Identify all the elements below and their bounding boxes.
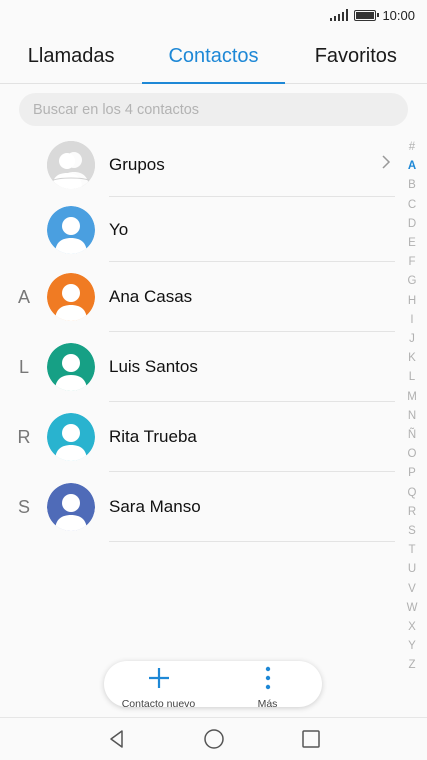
index-letter[interactable]: X: [408, 618, 416, 637]
index-letter[interactable]: Ñ: [408, 426, 416, 445]
index-letter[interactable]: A: [408, 157, 416, 176]
index-letter[interactable]: L: [409, 368, 415, 387]
index-letter[interactable]: J: [409, 330, 415, 349]
tab-contactos[interactable]: Contactos: [142, 36, 285, 84]
signal-icon: [329, 9, 349, 21]
index-letter[interactable]: G: [408, 272, 417, 291]
section-letter: S: [17, 496, 30, 517]
section-letter: R: [17, 426, 31, 447]
index-letter[interactable]: Z: [408, 656, 415, 675]
battery-icon: [354, 9, 380, 21]
list-item-contact[interactable]: L Luis Santos: [0, 332, 395, 402]
person-avatar-icon: [47, 483, 95, 531]
tab-llamadas[interactable]: Llamadas: [0, 36, 142, 83]
index-letter[interactable]: R: [408, 503, 416, 522]
index-letter[interactable]: D: [408, 215, 416, 234]
divider: [109, 541, 395, 542]
index-letter[interactable]: W: [407, 599, 418, 618]
index-letter[interactable]: H: [408, 292, 416, 311]
contact-name: Luis Santos: [109, 357, 198, 376]
tab-favoritos[interactable]: Favoritos: [285, 36, 427, 83]
index-letter[interactable]: N: [408, 407, 416, 426]
status-time: 10:00: [382, 7, 415, 23]
index-letter[interactable]: I: [410, 311, 413, 330]
alphabet-index[interactable]: # A B C D E F G H I J K L M N Ñ O P Q R S T U V W X Y Z: [400, 138, 424, 676]
index-letter[interactable]: V: [408, 580, 416, 599]
index-letter[interactable]: M: [407, 388, 417, 407]
index-letter[interactable]: E: [408, 234, 416, 253]
more-label: Más: [257, 698, 278, 710]
system-nav-bar: [0, 717, 427, 760]
contact-name: Yo: [109, 219, 129, 239]
group-avatar-icon: [47, 140, 95, 189]
list-item-contact[interactable]: R Rita Trueba: [0, 402, 395, 472]
new-contact-button[interactable]: Contacto nuevo: [104, 661, 213, 710]
index-letter[interactable]: K: [408, 349, 416, 368]
person-avatar-icon: [47, 413, 95, 461]
action-bar: Contacto nuevo Más: [104, 661, 322, 710]
index-letter[interactable]: Y: [408, 637, 416, 656]
tab-bar: Llamadas Contactos Favoritos: [0, 36, 427, 84]
home-icon[interactable]: [202, 727, 226, 751]
list-item-contact[interactable]: S Sara Manso: [0, 472, 395, 542]
more-vertical-icon: [256, 666, 280, 695]
index-letter[interactable]: F: [408, 253, 415, 272]
chevron-right-icon: [379, 153, 393, 176]
index-letter[interactable]: S: [408, 522, 416, 541]
index-letter[interactable]: T: [408, 541, 415, 560]
index-letter[interactable]: U: [408, 560, 416, 579]
person-avatar-icon: [47, 273, 95, 321]
index-letter[interactable]: P: [408, 464, 416, 483]
index-letter[interactable]: #: [409, 138, 415, 157]
status-bar: 10:00: [0, 0, 427, 30]
index-letter[interactable]: C: [408, 196, 416, 215]
index-letter[interactable]: B: [408, 176, 416, 195]
index-letter[interactable]: O: [408, 445, 417, 464]
contact-list: Grupos Yo A Ana Casas L Luis Santos R Ri…: [0, 132, 395, 542]
person-avatar-icon: [47, 205, 95, 254]
index-letter[interactable]: Q: [408, 484, 417, 503]
contact-name: Rita Trueba: [109, 427, 197, 446]
back-icon[interactable]: [105, 727, 129, 751]
new-contact-label: Contacto nuevo: [121, 698, 196, 710]
recents-icon[interactable]: [299, 727, 323, 751]
contact-name: Grupos: [109, 154, 165, 174]
list-item-groups[interactable]: Grupos: [0, 132, 395, 197]
list-item-yo[interactable]: Yo: [0, 197, 395, 262]
section-letter: A: [17, 286, 30, 307]
list-item-contact[interactable]: A Ana Casas: [0, 262, 395, 332]
section-letter: L: [18, 356, 29, 377]
more-button[interactable]: Más: [213, 661, 322, 710]
contact-name: Sara Manso: [109, 497, 201, 516]
search-input[interactable]: [19, 93, 408, 126]
person-avatar-icon: [47, 343, 95, 391]
plus-icon: [147, 666, 171, 695]
contact-name: Ana Casas: [109, 287, 193, 306]
